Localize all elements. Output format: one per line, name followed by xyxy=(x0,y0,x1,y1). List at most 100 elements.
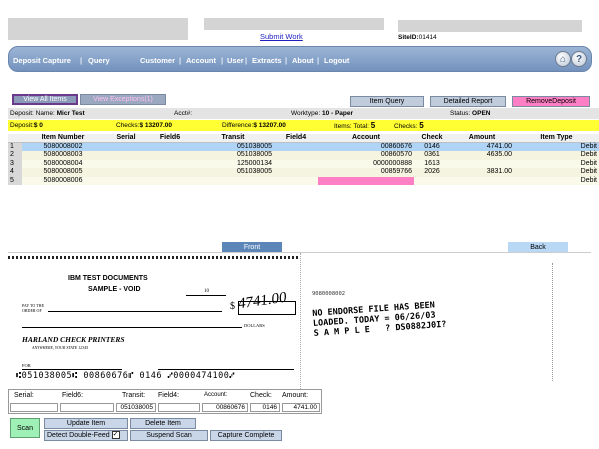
view-all-items-button[interactable]: View All Items xyxy=(12,94,78,105)
table-row[interactable]: 3 5080008004 125000134 0000000888 1613 D… xyxy=(8,159,599,169)
nav-separator: | xyxy=(179,56,182,65)
col-amount[interactable]: Amount xyxy=(450,134,514,143)
header-banner-center xyxy=(204,18,384,30)
back-tear-edge xyxy=(300,253,304,389)
cell-transit: 051038005 xyxy=(192,142,274,151)
cell-item-number: 5080008005 xyxy=(43,168,83,176)
field4-input[interactable] xyxy=(158,403,200,412)
site-id-label: SiteID: xyxy=(398,34,419,41)
header-banner-right xyxy=(398,20,582,32)
transit-input[interactable]: 051038005 xyxy=(116,403,156,412)
col-field4[interactable]: Field4 xyxy=(274,134,318,143)
deposit-total-value: $ 0 xyxy=(33,122,43,129)
nav-separator: | xyxy=(221,56,224,65)
cell-field4 xyxy=(274,151,318,160)
nav-logout[interactable]: Logout xyxy=(324,56,349,65)
home-icon[interactable]: ⌂ xyxy=(555,51,571,67)
col-transit[interactable]: Transit xyxy=(192,134,274,143)
cell-transit: 051038005 xyxy=(236,168,272,176)
cell-field6 xyxy=(148,151,192,160)
cell-field6 xyxy=(148,142,192,151)
delete-item-button[interactable]: Delete Item xyxy=(130,418,196,429)
items-total: Items: Total: 5 xyxy=(334,120,375,132)
cell-amount: 3831.00 xyxy=(486,168,512,176)
nav-account[interactable]: Account xyxy=(186,56,216,65)
update-item-button[interactable]: Update Item xyxy=(44,418,128,429)
col-item-type[interactable]: Item Type xyxy=(514,134,599,143)
col-check[interactable]: Check xyxy=(414,134,450,143)
checks-count: Checks: 5 xyxy=(394,120,424,132)
header-banner-left xyxy=(8,18,188,40)
cell-transit: 051038005 xyxy=(236,151,272,159)
worktype: Worktype: 10 - Paper xyxy=(291,108,353,119)
table-row[interactable]: 4 5080008005 051038005 00859766 2026 383… xyxy=(8,168,599,177)
col-row-number xyxy=(8,134,22,143)
check-input[interactable]: 0146 xyxy=(250,403,280,412)
dollar-sign: $ xyxy=(230,301,235,312)
cell-item-type: Debit xyxy=(580,159,597,167)
cell-serial xyxy=(104,168,148,177)
row-number: 2 xyxy=(8,151,22,160)
cell-item-type: Debit xyxy=(580,176,597,184)
totals-bar: Deposit:$ 0 Checks:$ 13207.00 Difference… xyxy=(8,120,599,131)
detect-double-feed[interactable]: Detect Double-Feed ✓ xyxy=(44,430,128,441)
nav-customer[interactable]: Customer xyxy=(140,56,175,65)
capture-complete-button[interactable]: Capture Complete xyxy=(210,430,282,441)
check-front-image: IBM TEST DOCUMENTS SAMPLE - VOID 10 PAY … xyxy=(8,253,298,389)
cell-serial xyxy=(104,142,148,151)
items-table: Item Number Serial Field6 Transit Field4… xyxy=(8,134,599,185)
row-number: 4 xyxy=(8,168,22,177)
cell-amount: 4741.00 xyxy=(450,142,514,151)
col-serial[interactable]: Serial xyxy=(104,134,148,143)
cell-field6 xyxy=(148,160,192,169)
cell-amount: 4635.00 xyxy=(486,151,512,159)
worktype-value: 10 - Paper xyxy=(321,110,354,117)
cell-field4 xyxy=(274,177,318,186)
help-icon[interactable]: ? xyxy=(571,51,587,67)
row-number: 1 xyxy=(8,142,22,151)
cell-account-missing xyxy=(318,176,414,185)
nav-deposit-capture[interactable]: Deposit Capture xyxy=(13,56,71,65)
memo-line xyxy=(22,369,122,370)
check-back-image: 9080008002 NO ENDORSE FILE HAS BEEN LOAD… xyxy=(300,253,591,389)
cell-account: 00859766 xyxy=(380,168,412,176)
cell-transit: 125000134 xyxy=(236,159,272,167)
table-row[interactable]: 2 5080008003 051038005 00860570 0361 463… xyxy=(8,151,599,160)
table-row[interactable]: 1 5080008002 051038005 00860676 0146 474… xyxy=(8,142,599,151)
checks-total-value: $ 13207.00 xyxy=(139,122,173,129)
nav-about[interactable]: About xyxy=(292,56,314,65)
amount-input[interactable]: 4741.00 xyxy=(282,403,320,412)
col-item-number[interactable]: Item Number xyxy=(22,134,104,143)
account-input[interactable]: 00860676 xyxy=(202,403,248,412)
suspend-scan-button[interactable]: Suspend Scan xyxy=(130,430,208,441)
item-query-button[interactable]: Item Query xyxy=(350,96,424,107)
remove-deposit-button[interactable]: RemoveDeposit xyxy=(512,96,590,107)
scan-button[interactable]: Scan xyxy=(10,418,40,438)
difference-label: Difference: xyxy=(222,122,254,129)
difference-total: Difference:$ 13207.00 xyxy=(222,120,286,131)
cell-field4 xyxy=(274,168,318,177)
col-account[interactable]: Account xyxy=(318,134,414,143)
cell-check: 0361 xyxy=(424,151,440,159)
nav-user[interactable]: User xyxy=(227,56,244,65)
nav-extracts[interactable]: Extracts xyxy=(252,56,282,65)
checks-total: Checks:$ 13207.00 xyxy=(116,120,172,131)
endorse-stamp: NO ENDORSE FILE HAS BEEN LOADED. TODAY =… xyxy=(312,300,447,339)
cell-item-number: 5080008003 xyxy=(43,151,83,159)
view-exceptions-button[interactable]: View Exceptions(1) xyxy=(80,94,166,105)
serial-input[interactable] xyxy=(10,403,58,412)
nav-query[interactable]: Query xyxy=(88,56,110,65)
detailed-report-button[interactable]: Detailed Report xyxy=(430,96,506,107)
total-label: Total: xyxy=(353,123,369,130)
cell-amount xyxy=(450,160,514,169)
total-value: 5 xyxy=(370,121,376,130)
check-number: 10 xyxy=(204,289,209,294)
col-field6[interactable]: Field6 xyxy=(148,134,192,143)
table-row[interactable]: 5 5080008006 Debit xyxy=(8,176,599,186)
deposit-name: Deposit: Name: Micr Test xyxy=(10,108,85,119)
deposit-name-label: Deposit: Name: xyxy=(10,110,55,117)
submit-work-link[interactable]: Submit Work xyxy=(260,32,303,41)
detect-double-feed-checkbox[interactable]: ✓ xyxy=(111,431,120,440)
field6-input[interactable] xyxy=(60,403,114,412)
deposit-total-label: Deposit: xyxy=(10,122,34,129)
